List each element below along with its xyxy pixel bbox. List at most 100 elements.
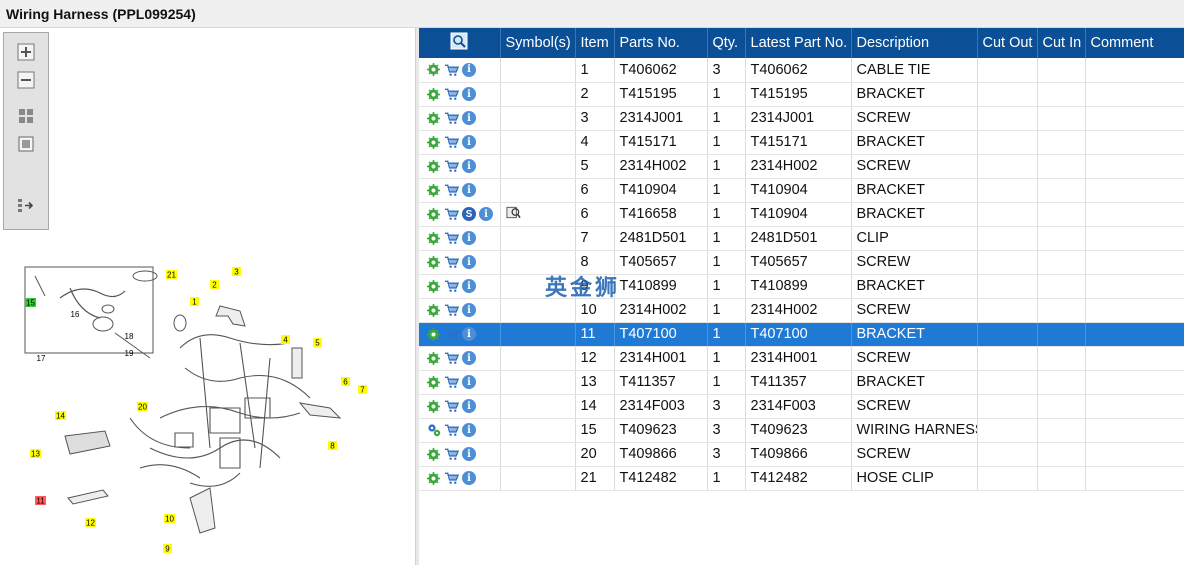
info-icon[interactable]: i	[462, 111, 476, 125]
gear-icon[interactable]	[426, 62, 441, 77]
table-row[interactable]: i 10 2314H002 1 2314H002 SCREW	[419, 298, 1184, 323]
table-row[interactable]: i 21 T412482 1 T412482 HOSE CLIP	[419, 466, 1184, 491]
info-icon[interactable]: i	[462, 351, 476, 365]
gear-icon[interactable]	[426, 399, 441, 414]
callout-13[interactable]: 13	[30, 449, 41, 459]
cart-icon[interactable]	[444, 399, 459, 414]
column-header-qty[interactable]: Qty.	[707, 28, 746, 58]
table-row[interactable]: i 15 T409623 3 T409623 WIRING HARNESS	[419, 418, 1184, 443]
gear-icon[interactable]	[426, 303, 441, 318]
cart-icon[interactable]	[444, 62, 459, 77]
info-icon[interactable]: i	[462, 447, 476, 461]
gear-icon[interactable]	[426, 135, 441, 150]
gear-icon[interactable]	[426, 375, 441, 390]
table-row[interactable]: i 3 2314J001 1 2314J001 SCREW	[419, 106, 1184, 131]
assembly-gear-icon[interactable]	[426, 423, 441, 438]
info-icon[interactable]: i	[462, 279, 476, 293]
callout-5[interactable]: 5	[313, 338, 322, 348]
view-image-icon[interactable]	[505, 205, 521, 220]
cart-icon[interactable]	[444, 447, 459, 462]
info-icon[interactable]: i	[462, 327, 476, 341]
callout-8[interactable]: 8	[328, 441, 337, 451]
info-icon[interactable]: i	[462, 183, 476, 197]
cart-icon[interactable]	[444, 255, 459, 270]
gear-icon[interactable]	[426, 111, 441, 126]
table-row[interactable]: i 5 2314H002 1 2314H002 SCREW	[419, 154, 1184, 179]
table-row[interactable]: i 20 T409866 3 T409866 SCREW	[419, 442, 1184, 467]
info-icon[interactable]: i	[462, 231, 476, 245]
gear-icon[interactable]	[426, 279, 441, 294]
callout-21[interactable]: 21	[166, 270, 177, 280]
info-icon[interactable]: i	[462, 303, 476, 317]
gear-icon[interactable]	[426, 159, 441, 174]
cart-icon[interactable]	[444, 351, 459, 366]
zoom-out-button[interactable]	[13, 69, 39, 91]
cart-icon[interactable]	[444, 303, 459, 318]
table-row[interactable]: i 11 T407100 1 T407100 BRACKET	[419, 322, 1184, 347]
table-row[interactable]: i 7 2481D501 1 2481D501 CLIP	[419, 226, 1184, 251]
callout-9[interactable]: 9	[163, 544, 172, 554]
callout-1[interactable]: 1	[190, 297, 199, 307]
table-row[interactable]: i 12 2314H001 1 2314H001 SCREW	[419, 346, 1184, 371]
cart-icon[interactable]	[444, 111, 459, 126]
callout-12[interactable]: 12	[85, 518, 96, 528]
info-icon[interactable]: i	[462, 375, 476, 389]
info-icon[interactable]: i	[462, 87, 476, 101]
callout-6[interactable]: 6	[341, 377, 350, 387]
column-header-parts-no[interactable]: Parts No.	[614, 28, 708, 58]
cart-icon[interactable]	[444, 207, 459, 222]
actual-size-button[interactable]	[13, 133, 39, 155]
column-header-cut-out[interactable]: Cut Out	[977, 28, 1038, 58]
callout-20[interactable]: 20	[137, 402, 148, 412]
callout-2[interactable]: 2	[210, 280, 219, 290]
supersession-icon[interactable]: S	[462, 207, 476, 221]
cart-icon[interactable]	[444, 279, 459, 294]
table-row[interactable]: Si 6 T416658 1 T410904 BRACKET	[419, 202, 1184, 227]
table-row[interactable]: i 8 T405657 1 T405657 SCREW	[419, 250, 1184, 275]
cart-icon[interactable]	[444, 135, 459, 150]
table-row[interactable]: i 14 2314F003 3 2314F003 SCREW	[419, 394, 1184, 419]
callout-15[interactable]: 15	[25, 298, 36, 308]
callout-7[interactable]: 7	[358, 385, 367, 395]
info-icon[interactable]: i	[479, 207, 493, 221]
info-icon[interactable]: i	[462, 423, 476, 437]
table-row[interactable]: i 2 T415195 1 T415195 BRACKET	[419, 82, 1184, 107]
info-icon[interactable]: i	[462, 255, 476, 269]
column-header-cut-in[interactable]: Cut In	[1037, 28, 1086, 58]
cart-icon[interactable]	[444, 231, 459, 246]
cart-icon[interactable]	[444, 183, 459, 198]
gear-icon[interactable]	[426, 447, 441, 462]
cart-icon[interactable]	[444, 471, 459, 486]
exploded-diagram[interactable]: 21 3 2 1 15 4 5 6 7 20 14 13 8 11 12 10 …	[0, 228, 415, 565]
fit-all-button[interactable]	[13, 105, 39, 127]
cart-icon[interactable]	[444, 159, 459, 174]
gear-icon[interactable]	[426, 351, 441, 366]
table-row[interactable]: i 6 T410904 1 T410904 BRACKET	[419, 178, 1184, 203]
gear-icon[interactable]	[426, 207, 441, 222]
gear-icon[interactable]	[426, 87, 441, 102]
parts-grid[interactable]: Symbol(s) Item Parts No. Qty. Latest Par…	[419, 28, 1184, 565]
info-icon[interactable]: i	[462, 135, 476, 149]
table-row[interactable]: i 1 T406062 3 T406062 CABLE TIE	[419, 58, 1184, 83]
table-row[interactable]: i 13 T411357 1 T411357 BRACKET	[419, 370, 1184, 395]
callout-4[interactable]: 4	[281, 335, 290, 345]
cart-icon[interactable]	[444, 87, 459, 102]
info-icon[interactable]: i	[462, 471, 476, 485]
column-header-description[interactable]: Description	[851, 28, 978, 58]
gear-icon[interactable]	[426, 183, 441, 198]
column-header-tools[interactable]	[419, 28, 501, 58]
column-header-latest-part-no[interactable]: Latest Part No.	[745, 28, 852, 58]
zoom-in-button[interactable]	[13, 41, 39, 63]
column-header-comment[interactable]: Comment	[1085, 28, 1184, 58]
cart-icon[interactable]	[444, 375, 459, 390]
callout-14[interactable]: 14	[55, 411, 66, 421]
cart-icon[interactable]	[444, 423, 459, 438]
table-row[interactable]: i 9 T410899 1 T410899 BRACKET	[419, 274, 1184, 299]
table-row[interactable]: i 4 T415171 1 T415171 BRACKET	[419, 130, 1184, 155]
gear-icon[interactable]	[426, 471, 441, 486]
column-header-symbols[interactable]: Symbol(s)	[500, 28, 576, 58]
cart-icon[interactable]	[444, 327, 459, 342]
callout-3[interactable]: 3	[232, 267, 241, 277]
toggle-list-button[interactable]	[13, 195, 39, 217]
info-icon[interactable]: i	[462, 62, 476, 77]
